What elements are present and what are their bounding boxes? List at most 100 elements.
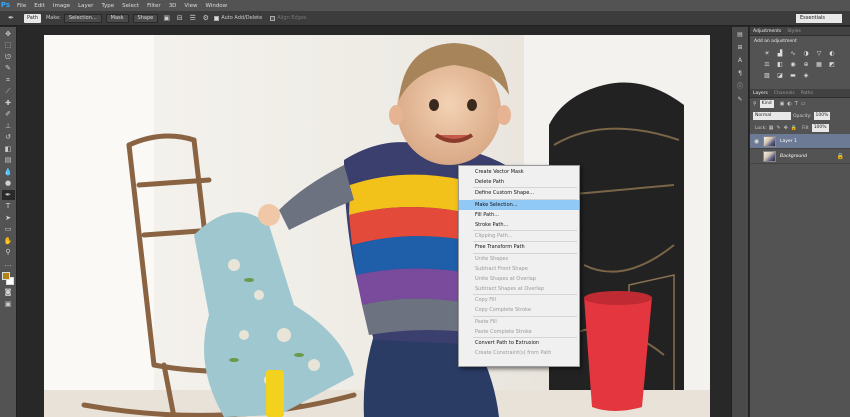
menu-image[interactable]: Image [53, 3, 70, 9]
filter-type-icon[interactable]: T [795, 101, 798, 107]
menu-3d[interactable]: 3D [169, 3, 177, 9]
fill-input[interactable]: 100% [811, 124, 829, 132]
document-image[interactable] [44, 35, 710, 417]
selective-color-icon[interactable]: ◈ [801, 71, 811, 80]
color-balance-icon[interactable]: ⚖ [762, 60, 772, 69]
blur-tool-icon[interactable]: 💧 [2, 167, 15, 177]
marquee-tool-icon[interactable]: ⬚ [2, 40, 15, 50]
properties-panel-icon[interactable]: ⊞ [734, 43, 746, 53]
pen-tool-icon[interactable]: ✒ [1, 189, 15, 200]
tab-paths[interactable]: Paths [801, 91, 813, 96]
context-menu-item-define-custom-shape[interactable]: Define Custom Shape... [459, 188, 579, 198]
healing-brush-tool-icon[interactable]: ✚ [2, 98, 15, 108]
make-mask-button[interactable]: Mask [105, 13, 129, 23]
zoom-tool-icon[interactable]: ⚲ [2, 247, 15, 257]
filter-pixel-icon[interactable]: ▣ [780, 101, 785, 107]
opacity-input[interactable]: 100% [813, 112, 831, 120]
invert-icon[interactable]: ◩ [827, 60, 837, 69]
visibility-eye-icon[interactable]: ◉ [753, 138, 760, 145]
dodge-tool-icon[interactable]: ● [2, 178, 15, 188]
adjustments-grid: ☀ ▟ ∿ ◑ ▽ ◐ ⚖ ◧ ◉ ⊕ ▦ ◩ ▨ ◪ ▬ ◈ [750, 47, 850, 82]
color-lookup-icon[interactable]: ▦ [814, 60, 824, 69]
type-tool-icon[interactable]: T [2, 201, 15, 211]
context-menu-item-create-vector-mask[interactable]: Create Vector Mask [459, 167, 579, 177]
tab-adjustments[interactable]: Adjustments [753, 29, 781, 34]
context-menu-item-convert-path-to-extrusion[interactable]: Convert Path to Extrusion [459, 338, 579, 348]
posterize-icon[interactable]: ▨ [762, 71, 772, 80]
menu-view[interactable]: View [184, 3, 197, 9]
path-alignment-icon[interactable]: ⊟ [175, 14, 184, 23]
gradient-tool-icon[interactable]: ▤ [2, 155, 15, 165]
vibrance-icon[interactable]: ▽ [814, 49, 824, 58]
screen-mode-icon[interactable]: ▣ [2, 299, 15, 309]
hand-tool-icon[interactable]: ✋ [2, 236, 15, 246]
tool-mode-select[interactable]: Path [24, 13, 41, 23]
brush-tool-icon[interactable]: ✐ [2, 109, 15, 119]
history-brush-tool-icon[interactable]: ↺ [2, 132, 15, 142]
path-selection-tool-icon[interactable]: ➤ [2, 213, 15, 223]
menu-select[interactable]: Select [122, 3, 139, 9]
layer-filter-select[interactable]: Kind [759, 100, 774, 108]
character-panel-icon[interactable]: A [734, 56, 746, 66]
shape-tool-icon[interactable]: ▭ [2, 224, 15, 234]
layer-row-layer-1[interactable]: ◉ Layer 1 [750, 134, 850, 149]
photo-filter-icon[interactable]: ◉ [788, 60, 798, 69]
path-arrangement-icon[interactable]: ☰ [188, 14, 197, 23]
workspace-select[interactable]: Essentials [796, 14, 842, 23]
context-menu-item-stroke-path[interactable]: Stroke Path... [459, 220, 579, 230]
black-white-icon[interactable]: ◧ [775, 60, 785, 69]
gradient-map-icon[interactable]: ▬ [788, 71, 798, 80]
lock-image-icon[interactable]: ✎ [777, 125, 781, 131]
channel-mixer-icon[interactable]: ⊕ [801, 60, 811, 69]
context-menu-item-free-transform-path[interactable]: Free Transform Path [459, 242, 579, 252]
clone-stamp-tool-icon[interactable]: ⊥ [2, 121, 15, 131]
path-operations-icon[interactable]: ▣ [162, 14, 171, 23]
curves-icon[interactable]: ∿ [788, 49, 798, 58]
color-swatches[interactable] [1, 271, 15, 286]
canvas-area[interactable] [18, 27, 730, 417]
brightness-icon[interactable]: ☀ [762, 49, 772, 58]
exposure-icon[interactable]: ◑ [801, 49, 811, 58]
lock-position-icon[interactable]: ✥ [784, 125, 788, 131]
tab-layers[interactable]: Layers [753, 91, 768, 96]
menu-type[interactable]: Type [101, 3, 114, 9]
menu-edit[interactable]: Edit [34, 3, 45, 9]
tab-styles[interactable]: Styles [787, 29, 801, 34]
quick-mask-icon[interactable]: ◙ [2, 287, 15, 297]
menu-filter[interactable]: Filter [147, 3, 161, 9]
hue-saturation-icon[interactable]: ◐ [827, 49, 837, 58]
eyedropper-tool-icon[interactable]: ⟋ [2, 86, 15, 96]
blend-mode-select[interactable]: Normal [753, 112, 791, 120]
make-shape-button[interactable]: Shape [132, 13, 159, 23]
move-tool-icon[interactable]: ✥ [2, 29, 15, 39]
more-tools-icon[interactable]: … [2, 259, 15, 269]
filter-shape-icon[interactable]: ▭ [801, 101, 806, 107]
levels-icon[interactable]: ▟ [775, 49, 785, 58]
context-menu-item-delete-path[interactable]: Delete Path [459, 177, 579, 187]
layer-row-background[interactable]: Background 🔒 [750, 149, 850, 164]
menu-file[interactable]: File [17, 3, 26, 9]
make-selection-button[interactable]: Selection... [63, 13, 102, 23]
foreground-color-swatch[interactable] [1, 271, 10, 280]
context-menu-item-make-selection[interactable]: Make Selection... [459, 199, 579, 210]
auto-add-delete-checkbox[interactable] [214, 15, 220, 21]
menu-layer[interactable]: Layer [78, 3, 93, 9]
lasso-tool-icon[interactable]: ᘎ [2, 52, 15, 62]
context-menu-item-fill-path[interactable]: Fill Path... [459, 210, 579, 220]
filter-adjust-icon[interactable]: ◐ [787, 101, 791, 107]
quick-select-tool-icon[interactable]: ✎ [2, 63, 15, 73]
align-edges-checkbox[interactable] [270, 15, 276, 21]
threshold-icon[interactable]: ◪ [775, 71, 785, 80]
tool-presets-panel-icon[interactable]: ✎ [734, 95, 746, 105]
lock-transparent-icon[interactable]: ▦ [769, 125, 774, 131]
pen-tool-preset-icon[interactable]: ✒ [4, 13, 18, 24]
gear-icon[interactable]: ⚙ [201, 14, 210, 23]
eraser-tool-icon[interactable]: ◧ [2, 144, 15, 154]
paragraph-panel-icon[interactable]: ¶ [734, 69, 746, 79]
history-panel-icon[interactable]: ▤ [734, 30, 746, 40]
tab-channels[interactable]: Channels [774, 91, 795, 96]
lock-all-icon[interactable]: 🔒 [791, 125, 797, 131]
crop-tool-icon[interactable]: ⌗ [2, 75, 15, 85]
menu-window[interactable]: Window [205, 3, 227, 9]
info-panel-icon[interactable]: ⓘ [734, 82, 746, 92]
